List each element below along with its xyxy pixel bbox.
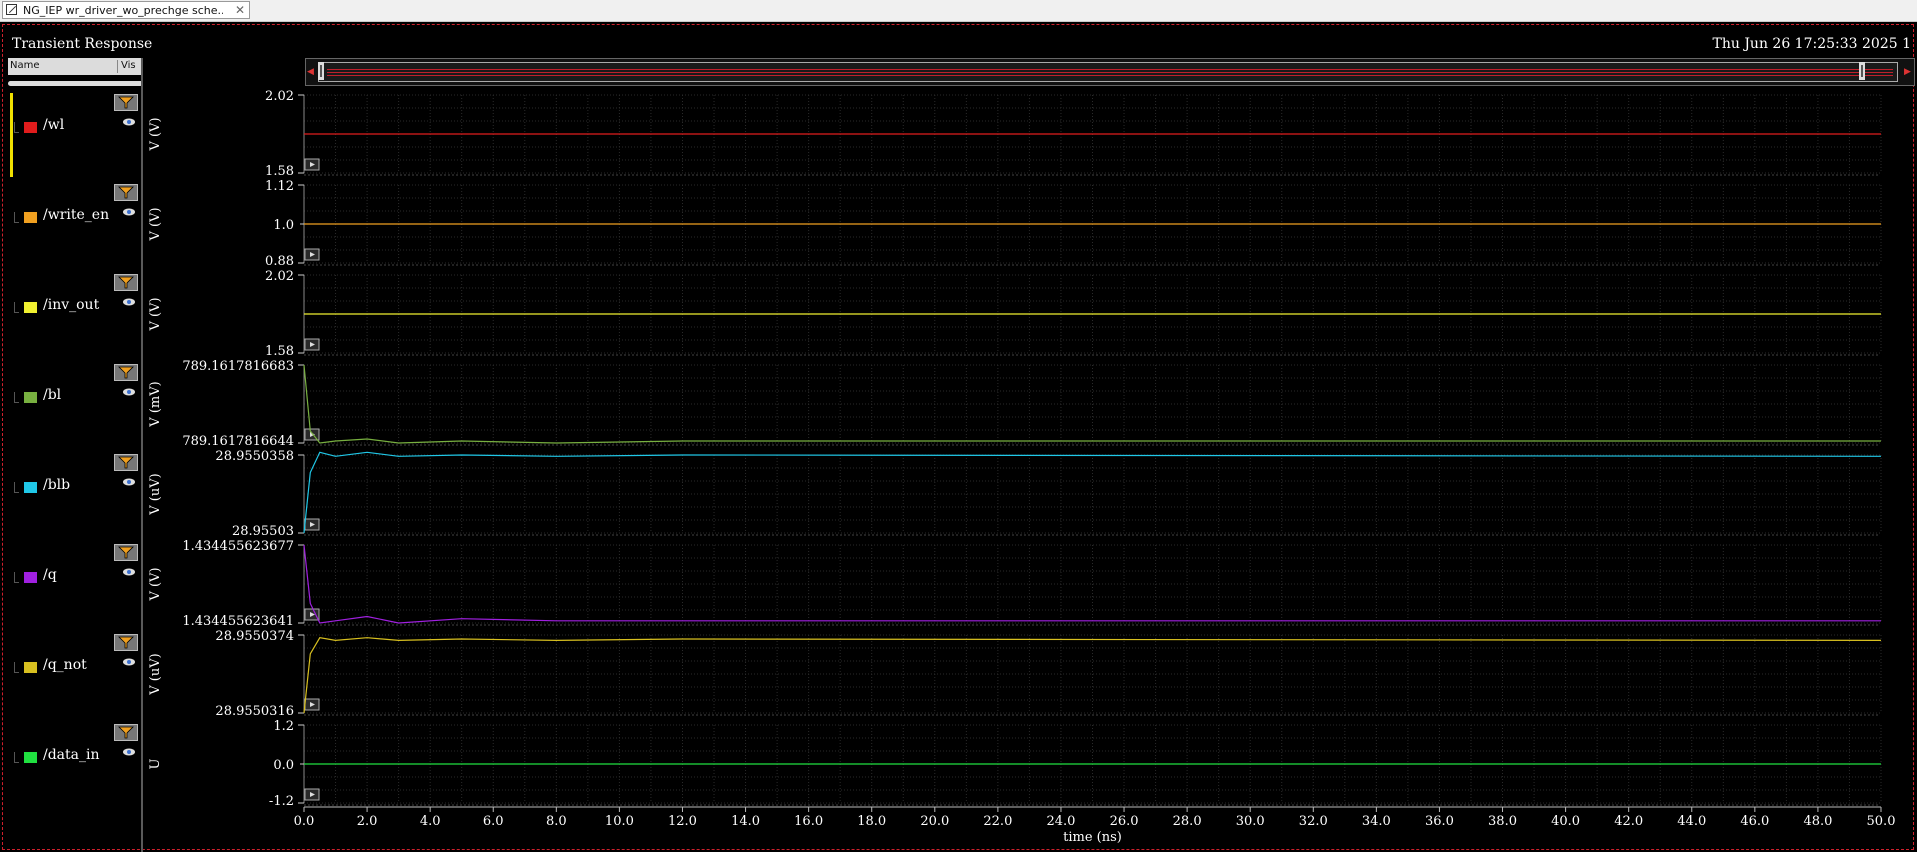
x-tick-label: 32.0 [1299,814,1328,829]
y-axis-label: V (uV) [148,653,163,695]
x-tick-label: 2.0 [357,814,378,829]
x-tick-label: 42.0 [1614,814,1643,829]
y-axis-label: U [148,758,163,769]
y-tick-label: 1.58 [265,164,294,179]
x-tick-label: 30.0 [1236,814,1265,829]
x-tick-label: 48.0 [1803,814,1832,829]
y-tick-label: -1.2 [269,794,294,809]
x-tick-label: 40.0 [1551,814,1580,829]
x-tick-label: 10.0 [605,814,634,829]
y-tick-label: 789.1617816644 [182,434,294,449]
y-tick-label: 1.434455623677 [182,539,294,554]
y-tick-label: 1.0 [273,218,294,233]
x-tick-label: 20.0 [920,814,949,829]
x-tick-label: 50.0 [1867,814,1896,829]
y-tick-label: 28.95503 [232,524,294,539]
x-tick-label: 44.0 [1677,814,1706,829]
y-axis-label: V (V) [148,207,163,241]
y-tick-label: 28.9550316 [215,704,294,719]
y-axis-label: V (uV) [148,473,163,515]
y-tick-label: 789.1617816683 [182,359,294,374]
y-tick-label: 1.434455623641 [182,614,294,629]
x-tick-label: 24.0 [1046,814,1075,829]
waveform-plot[interactable]: 2.02 1.58 V (V) 1.12 0.88 1.0 V (V) 2.02 1.58 V (… [0,0,1917,852]
x-axis-label: time (ns) [1063,830,1122,845]
x-tick-label: 26.0 [1110,814,1139,829]
y-tick-label: 1.58 [265,344,294,359]
x-tick-label: 28.0 [1173,814,1202,829]
x-tick-label: 16.0 [794,814,823,829]
y-axis-label: V (V) [148,117,163,151]
y-axis-label: V (V) [148,297,163,331]
x-tick-label: 18.0 [857,814,886,829]
y-tick-label: 28.9550358 [215,449,294,464]
x-tick-label: 38.0 [1488,814,1517,829]
x-tick-label: 14.0 [731,814,760,829]
x-tick-label: 36.0 [1425,814,1454,829]
y-tick-label: 28.9550374 [215,629,294,644]
y-tick-label: 0.0 [273,758,294,773]
x-tick-label: 0.0 [294,814,315,829]
y-axis-label: V (mV) [148,381,163,427]
y-tick-label: 1.2 [273,719,294,734]
x-tick-label: 4.0 [420,814,441,829]
x-tick-label: 8.0 [546,814,567,829]
y-tick-label: 2.02 [265,269,294,284]
x-tick-label: 34.0 [1362,814,1391,829]
y-tick-label: 1.12 [265,179,294,194]
x-tick-label: 22.0 [983,814,1012,829]
y-axis-label: V (V) [148,567,163,601]
y-tick-label: 2.02 [265,89,294,104]
y-tick-label: 0.88 [265,254,294,269]
x-tick-label: 46.0 [1740,814,1769,829]
x-tick-label: 6.0 [483,814,504,829]
x-tick-label: 12.0 [668,814,697,829]
